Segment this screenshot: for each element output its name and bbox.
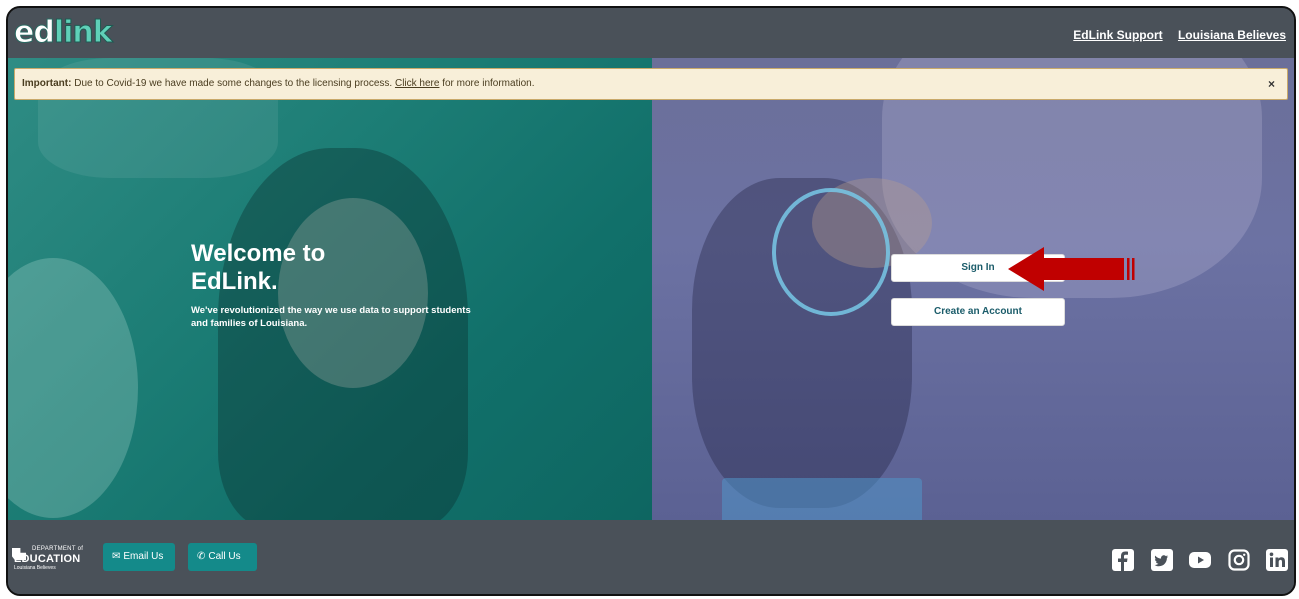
facebook-icon[interactable]	[1112, 549, 1135, 571]
linkedin-icon[interactable]	[1266, 549, 1288, 571]
app-window: edlink EdLink Support Louisiana Believes…	[6, 6, 1296, 596]
call-us-button[interactable]: ✆ Call Us	[188, 543, 257, 571]
department-of-education-logo[interactable]: DEPARTMENT of EDUCATION Louisiana Believ…	[12, 546, 83, 571]
louisiana-believes-link[interactable]: Louisiana Believes	[1178, 28, 1286, 42]
welcome-title: Welcome to EdLink.	[191, 240, 326, 295]
youtube-icon[interactable]	[1189, 549, 1212, 571]
background-shape	[722, 478, 922, 520]
edlink-support-link[interactable]: EdLink Support	[1073, 28, 1162, 42]
edlink-logo[interactable]: edlink	[14, 15, 114, 50]
alert-close-button[interactable]: ×	[1268, 69, 1275, 99]
envelope-icon: ✉	[112, 551, 121, 562]
welcome-subtitle: We've revolutionized the way we use data…	[191, 305, 471, 329]
footer: DEPARTMENT of EDUCATION Louisiana Believ…	[8, 520, 1294, 594]
email-us-label: Email Us	[123, 551, 164, 562]
call-us-label: Call Us	[208, 551, 241, 562]
alert-click-here-link[interactable]: Click here	[395, 78, 439, 89]
logo-ed: ed	[14, 15, 56, 50]
welcome-block: Welcome to EdLink. We've revolutionized …	[191, 240, 481, 330]
alert-text: Due to Covid-19 we have made some change…	[71, 78, 395, 89]
background-shape	[8, 258, 138, 518]
header: edlink EdLink Support Louisiana Believes	[8, 8, 1294, 58]
create-account-button[interactable]: Create an Account	[891, 298, 1065, 326]
social-links	[1100, 549, 1288, 576]
top-links: EdLink Support Louisiana Believes	[1061, 28, 1286, 42]
twitter-icon[interactable]	[1150, 549, 1173, 571]
alert-text-after: for more information.	[439, 78, 535, 89]
covid-alert: Important: Due to Covid-19 we have made …	[14, 68, 1288, 100]
arrow-icon	[1008, 247, 1135, 291]
doe-tagline-text: Louisiana Believes	[14, 565, 56, 571]
toy-shape	[772, 188, 890, 316]
phone-icon: ✆	[197, 551, 206, 562]
doe-dept-text: DEPARTMENT of	[32, 546, 84, 552]
hero-right-image	[652, 58, 1294, 520]
logo-link: link	[53, 15, 113, 50]
email-us-button[interactable]: ✉ Email Us	[103, 543, 175, 571]
alert-strong: Important:	[22, 78, 72, 89]
instagram-icon[interactable]	[1227, 549, 1250, 571]
hero: Important: Due to Covid-19 we have made …	[8, 58, 1294, 520]
